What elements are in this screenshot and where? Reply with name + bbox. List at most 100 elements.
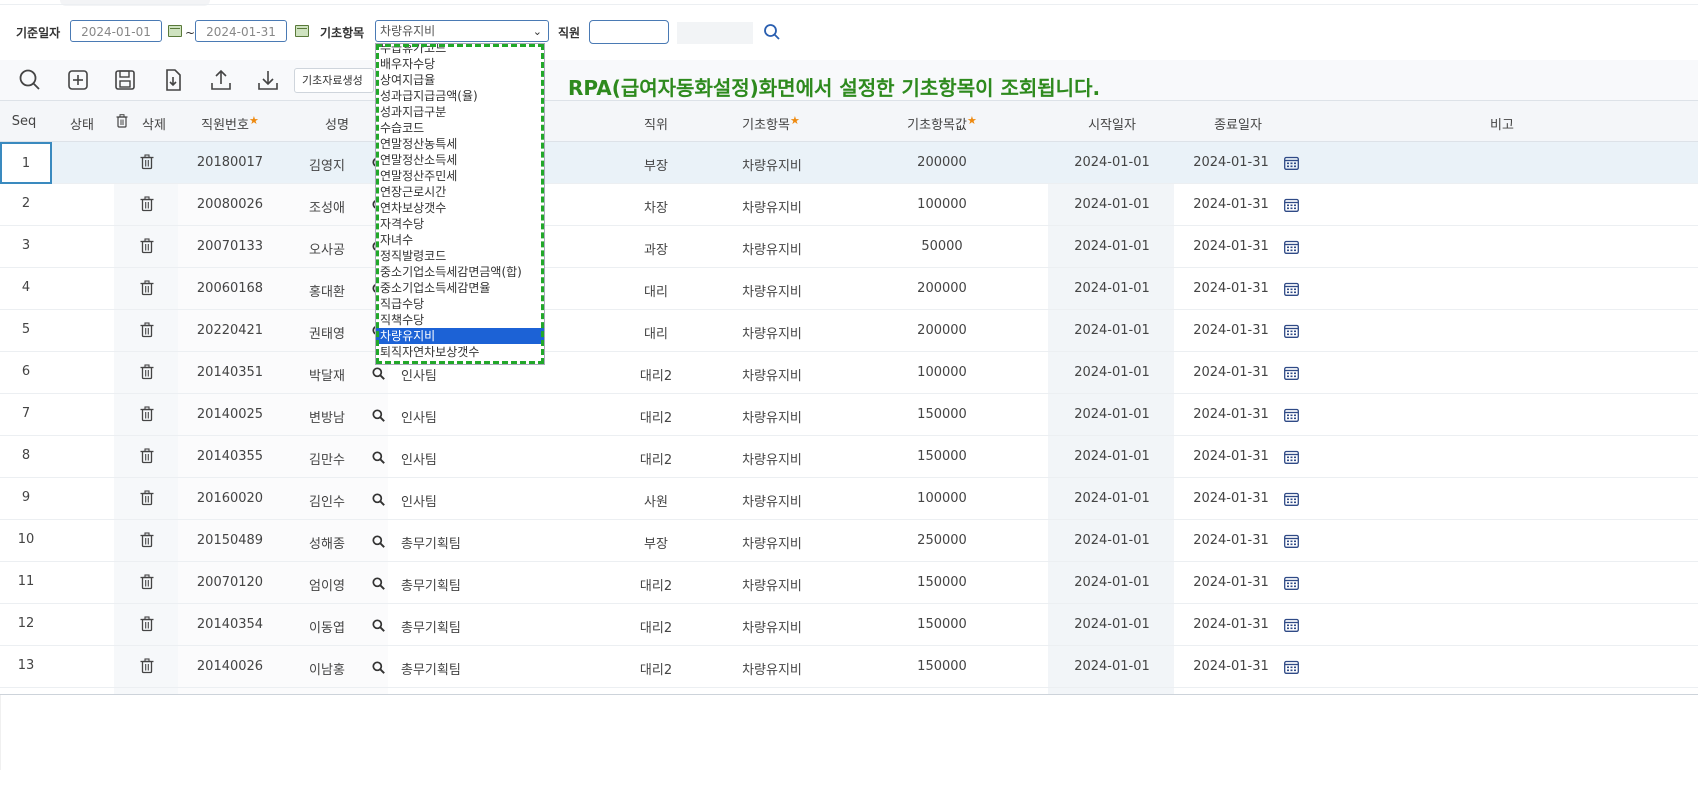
name-cell[interactable]: 박달재: [309, 365, 345, 384]
item-cell[interactable]: 차량유지비: [742, 491, 802, 510]
search-icon[interactable]: [372, 533, 385, 548]
seq-cell[interactable]: 3: [0, 226, 52, 268]
dropdown-option[interactable]: 상여지급율: [376, 72, 544, 88]
name-cell[interactable]: 이남홍: [309, 659, 345, 678]
header-seq[interactable]: Seq: [12, 114, 37, 129]
position-cell[interactable]: 부장: [644, 533, 668, 552]
item-cell[interactable]: 차량유지비: [742, 407, 802, 426]
date-from-input[interactable]: 2024-01-01: [70, 20, 162, 42]
item-cell[interactable]: 차량유지비: [742, 533, 802, 552]
dept-cell[interactable]: 인사팀: [401, 449, 437, 468]
emp-no-cell[interactable]: 20140354: [197, 617, 263, 632]
position-cell[interactable]: 대리: [644, 281, 668, 300]
trash-icon[interactable]: [140, 658, 154, 674]
start-date-cell[interactable]: 2024-01-01: [1074, 365, 1150, 380]
trash-icon[interactable]: [140, 574, 154, 590]
value-cell[interactable]: 50000: [921, 239, 962, 254]
name-cell[interactable]: 변방남: [309, 407, 345, 426]
dropdown-option[interactable]: 수습코드: [376, 120, 544, 136]
value-cell[interactable]: 200000: [917, 323, 967, 338]
seq-cell[interactable]: 10: [0, 520, 52, 562]
position-cell[interactable]: 사원: [644, 491, 668, 510]
table-row[interactable]: 12 20140354 이동엽 총무기획팀 대리2 차량유지비 150000 2024-01-…: [0, 604, 1698, 646]
seq-cell[interactable]: 6: [0, 352, 52, 394]
dept-cell[interactable]: 총무기획팀: [401, 575, 461, 594]
end-date-cell[interactable]: 2024-01-31: [1193, 533, 1269, 548]
header-start-date[interactable]: 시작일자: [1088, 114, 1136, 133]
dropdown-option[interactable]: 연차보상갯수: [376, 200, 544, 216]
value-cell[interactable]: 100000: [917, 365, 967, 380]
calendar-icon[interactable]: [1284, 323, 1299, 338]
dropdown-option[interactable]: 중소기업소득세감면금액(합): [376, 264, 544, 280]
item-cell[interactable]: 차량유지비: [742, 575, 802, 594]
dropdown-option[interactable]: 직급수당: [376, 296, 544, 312]
emp-no-cell[interactable]: 20180017: [197, 155, 263, 170]
item-cell[interactable]: 차량유지비: [742, 281, 802, 300]
trash-icon[interactable]: [140, 406, 154, 422]
file-import-icon[interactable]: [161, 68, 185, 92]
table-row[interactable]: 5 20220421 권태영 대리 차량유지비 200000 2024-01-01 2024-…: [0, 310, 1698, 352]
seq-cell[interactable]: 8: [0, 436, 52, 478]
value-cell[interactable]: 250000: [917, 533, 967, 548]
employee-input[interactable]: [589, 20, 669, 44]
dept-cell[interactable]: 총무기획팀: [401, 659, 461, 678]
value-cell[interactable]: 100000: [917, 197, 967, 212]
position-cell[interactable]: 대리2: [640, 407, 672, 426]
trash-icon[interactable]: [140, 196, 154, 212]
start-date-cell[interactable]: 2024-01-01: [1074, 323, 1150, 338]
calendar-icon[interactable]: [1284, 197, 1299, 212]
table-row[interactable]: 1 20180017 김영지 부장 차량유지비 200000 2024-01-01 2024-…: [0, 142, 1698, 184]
header-name[interactable]: 성명: [325, 114, 349, 133]
end-date-cell[interactable]: 2024-01-31: [1193, 155, 1269, 170]
trash-icon[interactable]: [140, 364, 154, 380]
dropdown-option[interactable]: 직책수당: [376, 312, 544, 328]
seq-cell[interactable]: 4: [0, 268, 52, 310]
dept-cell[interactable]: 총무기획팀: [401, 533, 461, 552]
trash-icon[interactable]: [140, 322, 154, 338]
name-cell[interactable]: 성해종: [309, 533, 345, 552]
name-cell[interactable]: 홍대환: [309, 281, 345, 300]
emp-no-cell[interactable]: 20140351: [197, 365, 263, 380]
trash-icon[interactable]: [140, 448, 154, 464]
item-cell[interactable]: 차량유지비: [742, 617, 802, 636]
dropdown-option[interactable]: 연장근로시간: [376, 184, 544, 200]
calendar-icon[interactable]: [1284, 533, 1299, 548]
search-icon[interactable]: [18, 68, 42, 92]
calendar-icon[interactable]: [168, 25, 182, 37]
end-date-cell[interactable]: 2024-01-31: [1193, 407, 1269, 422]
position-cell[interactable]: 대리2: [640, 449, 672, 468]
download-icon[interactable]: [256, 68, 280, 92]
search-icon[interactable]: [372, 365, 385, 380]
end-date-cell[interactable]: 2024-01-31: [1193, 323, 1269, 338]
search-icon[interactable]: [763, 23, 781, 41]
value-cell[interactable]: 150000: [917, 575, 967, 590]
position-cell[interactable]: 부장: [644, 155, 668, 174]
search-icon[interactable]: [372, 617, 385, 632]
header-end-date[interactable]: 종료일자: [1214, 114, 1262, 133]
value-cell[interactable]: 200000: [917, 281, 967, 296]
dept-cell[interactable]: 인사팀: [401, 407, 437, 426]
date-to-input[interactable]: 2024-01-31: [195, 20, 287, 42]
table-row[interactable]: 11 20070120 엄이영 총무기획팀 대리2 차량유지비 150000 2024-01-…: [0, 562, 1698, 604]
header-item[interactable]: 기초항목★: [742, 114, 800, 133]
value-cell[interactable]: 150000: [917, 617, 967, 632]
calendar-icon[interactable]: [1284, 659, 1299, 674]
trash-icon[interactable]: [140, 238, 154, 254]
table-row[interactable]: 3 20070133 오사공 과장 차량유지비 50000 2024-01-01 2024-0…: [0, 226, 1698, 268]
seq-cell[interactable]: 7: [0, 394, 52, 436]
start-date-cell[interactable]: 2024-01-01: [1074, 491, 1150, 506]
dept-cell[interactable]: 인사팀: [401, 491, 437, 510]
trash-icon[interactable]: [140, 616, 154, 632]
seq-cell[interactable]: 13: [0, 646, 52, 688]
start-date-cell[interactable]: 2024-01-01: [1074, 659, 1150, 674]
header-delete[interactable]: 삭제: [142, 114, 166, 133]
position-cell[interactable]: 대리: [644, 323, 668, 342]
item-cell[interactable]: 차량유지비: [742, 365, 802, 384]
dropdown-option[interactable]: 성과지급구분: [376, 104, 544, 120]
start-date-cell[interactable]: 2024-01-01: [1074, 239, 1150, 254]
trash-icon[interactable]: [140, 532, 154, 548]
dropdown-option[interactable]: 연말정산소득세: [376, 152, 544, 168]
position-cell[interactable]: 대리2: [640, 659, 672, 678]
name-cell[interactable]: 오사공: [309, 239, 345, 258]
start-date-cell[interactable]: 2024-01-01: [1074, 155, 1150, 170]
